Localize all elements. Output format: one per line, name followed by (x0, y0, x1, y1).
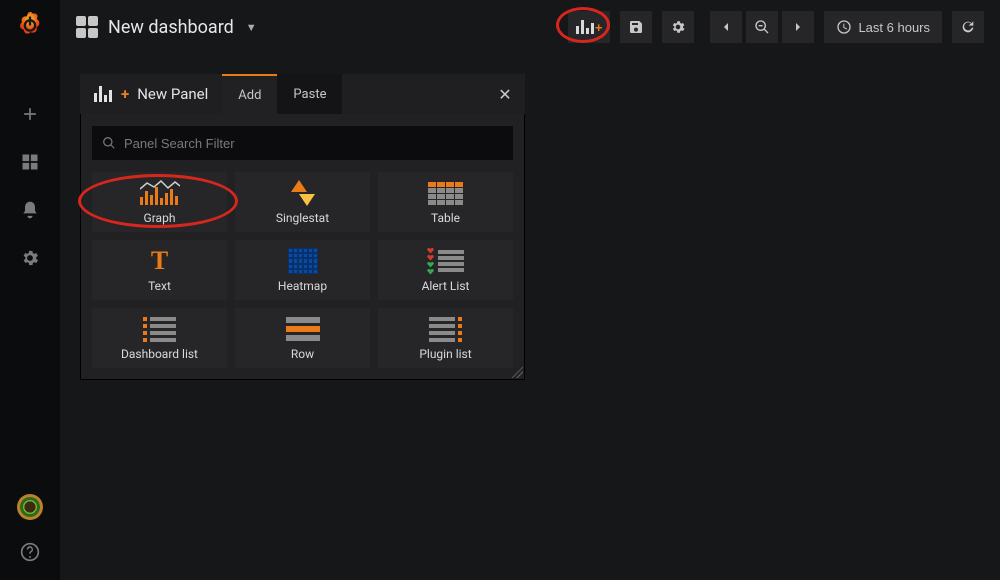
dashboard-canvas: + New Panel Add Paste ✕ (60, 54, 1000, 580)
nav-create-icon[interactable] (16, 100, 44, 128)
panel-type-singlestat[interactable]: Singlestat (235, 172, 370, 232)
panel-type-label: Heatmap (278, 279, 327, 293)
tab-paste[interactable]: Paste (277, 74, 342, 114)
nav-dashboards-icon[interactable] (16, 148, 44, 176)
plus-icon: + (595, 20, 603, 35)
nav-help-icon[interactable] (16, 538, 44, 566)
top-toolbar: New dashboard ▼ + (60, 0, 1000, 54)
time-range-picker[interactable]: Last 6 hours (824, 11, 942, 43)
panel-type-grid: Graph Singlestat Table (92, 172, 513, 368)
dashboard-title-dropdown[interactable]: New dashboard ▼ (76, 16, 257, 38)
time-range-label: Last 6 hours (858, 20, 930, 35)
tab-add[interactable]: Add (222, 74, 277, 114)
row-icon (286, 317, 320, 341)
save-icon (628, 19, 644, 35)
add-panel-button[interactable]: + (568, 11, 611, 43)
panel-type-table[interactable]: Table (378, 172, 513, 232)
clock-icon (836, 19, 852, 35)
plus-icon: + (121, 85, 129, 103)
new-panel-title: New Panel (137, 85, 208, 103)
bar-chart-icon (576, 20, 594, 34)
dashboards-icon (76, 16, 98, 38)
panel-search[interactable] (92, 126, 513, 160)
resize-handle[interactable] (511, 366, 523, 378)
user-avatar[interactable] (17, 494, 43, 520)
refresh-button[interactable] (952, 11, 984, 43)
panel-type-alertlist[interactable]: Alert List (378, 240, 513, 300)
bar-chart-icon (94, 86, 112, 102)
panel-type-dashlist[interactable]: Dashboard list (92, 308, 227, 368)
refresh-icon (960, 19, 976, 35)
panel-type-label: Singlestat (276, 211, 329, 225)
panel-search-input[interactable] (124, 136, 503, 151)
table-icon (428, 182, 463, 205)
nav-alerting-icon[interactable] (16, 196, 44, 224)
search-icon (102, 136, 116, 150)
gear-icon (670, 19, 686, 35)
graph-icon (140, 181, 180, 205)
new-panel-label: + New Panel (80, 74, 222, 114)
panel-type-heatmap[interactable]: Heatmap (235, 240, 370, 300)
picker-header: + New Panel Add Paste ✕ (80, 74, 525, 114)
time-range-forward-button[interactable] (782, 11, 814, 43)
panel-type-row[interactable]: Row (235, 308, 370, 368)
time-range-back-button[interactable] (710, 11, 742, 43)
grafana-logo-icon[interactable] (15, 10, 45, 40)
close-picker-button[interactable]: ✕ (485, 74, 525, 114)
dashboard-list-icon (143, 317, 176, 342)
dashboard-title-text: New dashboard (108, 17, 234, 38)
panel-type-pluginlist[interactable]: Plugin list (378, 308, 513, 368)
panel-type-label: Dashboard list (121, 347, 198, 361)
close-icon: ✕ (498, 85, 511, 104)
chevron-left-icon (718, 19, 734, 35)
panel-type-label: Text (148, 279, 171, 293)
picker-body: Graph Singlestat Table (80, 114, 525, 380)
panel-type-label: Plugin list (419, 347, 471, 361)
text-icon: T (151, 246, 168, 276)
heatmap-icon (288, 248, 318, 274)
panel-type-label: Alert List (422, 279, 470, 293)
dashboard-settings-button[interactable] (662, 11, 694, 43)
save-dashboard-button[interactable] (620, 11, 652, 43)
plugin-list-icon (429, 317, 462, 342)
panel-type-text[interactable]: T Text (92, 240, 227, 300)
chevron-right-icon (790, 19, 806, 35)
caret-down-icon: ▼ (246, 21, 257, 34)
nav-configuration-icon[interactable] (16, 244, 44, 272)
side-nav (0, 0, 60, 580)
alert-list-icon (427, 248, 464, 275)
zoom-out-button[interactable] (746, 11, 778, 43)
panel-type-label: Graph (144, 211, 176, 225)
singlestat-icon (289, 180, 317, 206)
panel-type-label: Table (431, 211, 460, 225)
panel-type-graph[interactable]: Graph (92, 172, 227, 232)
panel-type-label: Row (291, 347, 314, 361)
main-area: New dashboard ▼ + (60, 0, 1000, 580)
zoom-out-icon (754, 19, 770, 35)
add-panel-picker: + New Panel Add Paste ✕ (80, 74, 525, 380)
